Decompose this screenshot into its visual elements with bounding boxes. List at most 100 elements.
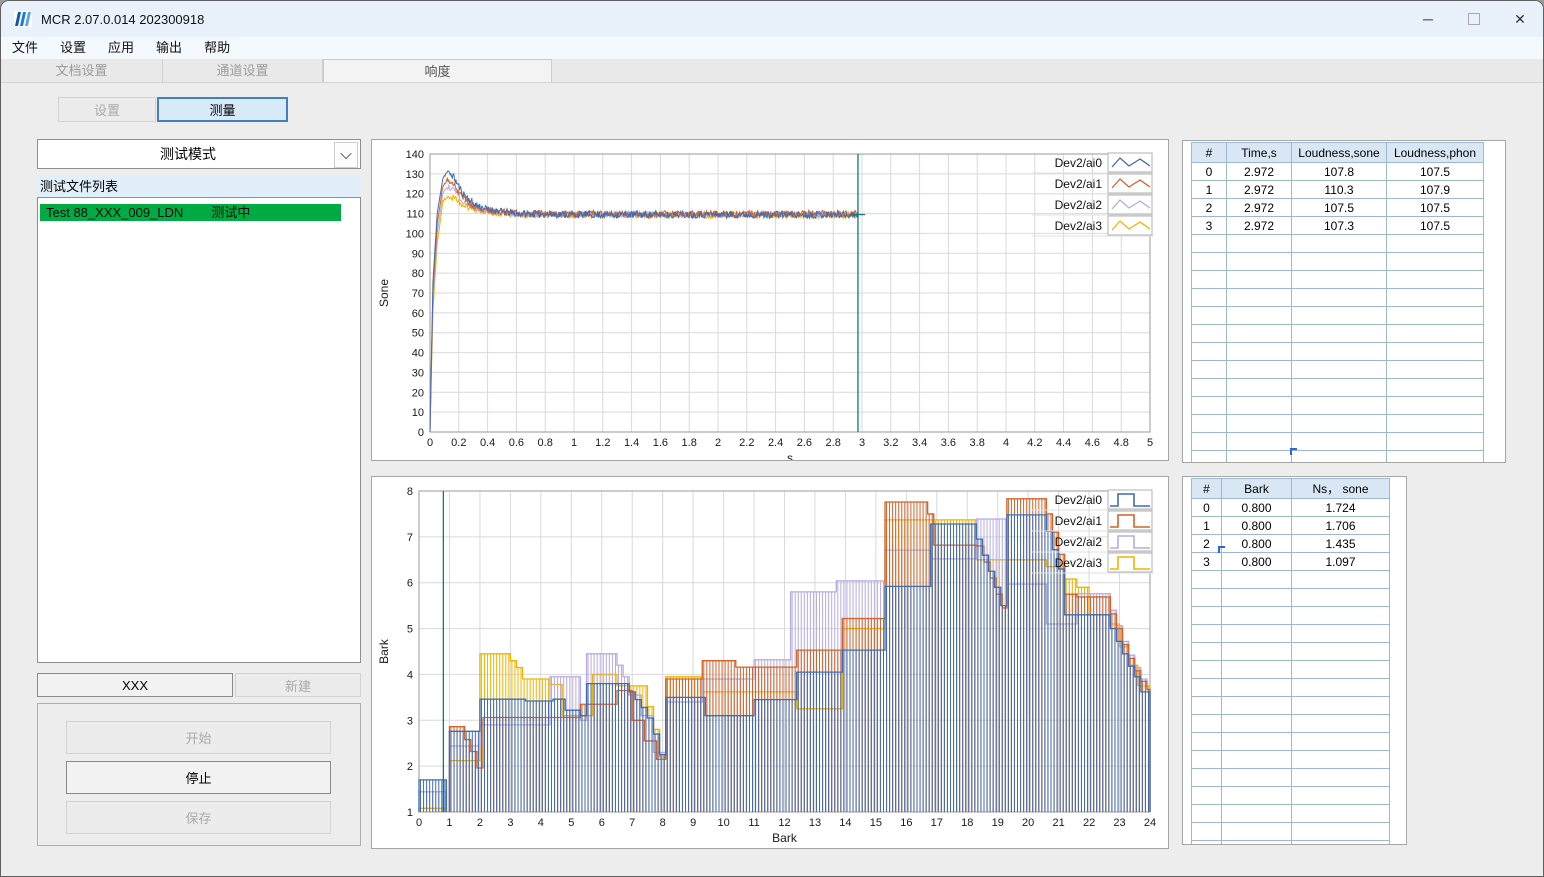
table-cell[interactable] <box>1386 288 1484 307</box>
table-cell[interactable] <box>1221 804 1292 823</box>
table-cell[interactable] <box>1221 714 1292 733</box>
table-cell[interactable]: 1 <box>1191 180 1227 199</box>
table-cell[interactable] <box>1386 342 1484 361</box>
table-cell[interactable] <box>1191 360 1227 379</box>
table-cell[interactable] <box>1291 270 1387 289</box>
table-cell[interactable] <box>1291 588 1390 607</box>
table-cell[interactable] <box>1191 324 1227 343</box>
table-row[interactable] <box>1191 714 1390 733</box>
table-cell[interactable] <box>1291 252 1387 271</box>
table-cell[interactable]: 0 <box>1191 162 1227 181</box>
table-cell[interactable] <box>1291 732 1390 751</box>
table-cell[interactable] <box>1386 252 1484 271</box>
table-row[interactable]: 0 2.972 107.8 107.5 <box>1191 162 1484 181</box>
table-cell[interactable]: 110.3 <box>1291 180 1387 199</box>
table-cell[interactable] <box>1191 570 1222 589</box>
table-cell[interactable] <box>1386 414 1484 433</box>
table-row[interactable] <box>1191 624 1390 643</box>
table-cell[interactable] <box>1221 588 1292 607</box>
table-cell[interactable] <box>1291 378 1387 397</box>
table-cell[interactable] <box>1191 768 1222 787</box>
table-cell[interactable] <box>1191 642 1222 661</box>
table-cell[interactable] <box>1291 570 1390 589</box>
table-cell[interactable] <box>1291 642 1390 661</box>
table-cell[interactable] <box>1291 414 1387 433</box>
table-cell[interactable] <box>1291 660 1390 679</box>
tab-loudness[interactable]: 响度 <box>323 59 552 82</box>
table-cell[interactable] <box>1291 450 1387 462</box>
table-cell[interactable]: 1.435 <box>1291 534 1390 553</box>
table-cell[interactable] <box>1191 696 1222 715</box>
table-cell[interactable] <box>1191 342 1227 361</box>
table-row[interactable] <box>1191 678 1390 697</box>
table-cell[interactable] <box>1291 768 1390 787</box>
table-cell[interactable] <box>1291 288 1387 307</box>
table-cell[interactable] <box>1191 732 1222 751</box>
table-cell[interactable] <box>1191 822 1222 841</box>
table-cell[interactable]: 2 <box>1191 198 1227 217</box>
table-cell[interactable] <box>1226 342 1292 361</box>
combo-arrow-button[interactable] <box>334 142 358 168</box>
table-cell[interactable]: 3 <box>1191 216 1227 235</box>
table-cell[interactable] <box>1191 678 1222 697</box>
table-cell[interactable] <box>1191 432 1227 451</box>
table-row[interactable] <box>1191 732 1390 751</box>
table-cell[interactable] <box>1291 432 1387 451</box>
table-cell[interactable]: 2.972 <box>1226 162 1292 181</box>
subtab-measure-button[interactable]: 测量 <box>157 97 288 122</box>
table-row[interactable] <box>1191 696 1390 715</box>
table-cell[interactable] <box>1291 678 1390 697</box>
table-cell[interactable] <box>1291 606 1390 625</box>
table-cell[interactable] <box>1386 450 1484 462</box>
table-cell[interactable] <box>1191 624 1222 643</box>
table-cell[interactable] <box>1386 270 1484 289</box>
table-row[interactable] <box>1191 660 1390 679</box>
table-cell[interactable]: 0 <box>1191 498 1222 517</box>
table-cell[interactable]: 107.9 <box>1386 180 1484 199</box>
table-cell[interactable] <box>1291 714 1390 733</box>
table-row[interactable] <box>1191 306 1484 325</box>
table-cell[interactable] <box>1226 360 1292 379</box>
table-cell[interactable] <box>1386 234 1484 253</box>
table-cell[interactable] <box>1221 642 1292 661</box>
table-cell[interactable] <box>1221 768 1292 787</box>
table-cell[interactable]: 1 <box>1191 516 1222 535</box>
close-button[interactable]: ✕ <box>1497 1 1543 37</box>
start-button[interactable]: 开始 <box>66 721 331 754</box>
table-cell[interactable] <box>1226 252 1292 271</box>
table-cell[interactable] <box>1226 396 1292 415</box>
table-cell[interactable] <box>1226 414 1292 433</box>
table-row[interactable] <box>1191 252 1484 271</box>
table-cell[interactable] <box>1191 714 1222 733</box>
table-cell[interactable] <box>1191 606 1222 625</box>
menu-item-help[interactable]: 帮助 <box>193 37 241 59</box>
table-cell[interactable]: 0.800 <box>1221 534 1292 553</box>
table-cell[interactable] <box>1191 840 1222 844</box>
table-row[interactable]: 0 0.800 1.724 <box>1191 498 1390 517</box>
table-row[interactable] <box>1191 270 1484 289</box>
table-row[interactable]: 2 2.972 107.5 107.5 <box>1191 198 1484 217</box>
table-row[interactable]: 3 2.972 107.3 107.5 <box>1191 216 1484 235</box>
new-button[interactable]: 新建 <box>235 673 361 697</box>
table-cell[interactable]: 1.724 <box>1291 498 1390 517</box>
table-cell[interactable] <box>1226 288 1292 307</box>
table-cell[interactable] <box>1386 360 1484 379</box>
test-mode-select[interactable]: 测试模式 <box>37 139 361 169</box>
table-cell[interactable] <box>1221 678 1292 697</box>
table-row[interactable] <box>1191 768 1390 787</box>
table-cell[interactable] <box>1221 750 1292 769</box>
table-row[interactable] <box>1191 570 1390 589</box>
table-cell[interactable] <box>1191 750 1222 769</box>
table-cell[interactable] <box>1191 288 1227 307</box>
table-cell[interactable] <box>1191 804 1222 823</box>
table-cell[interactable]: 0.800 <box>1221 516 1292 535</box>
table-cell[interactable] <box>1191 786 1222 805</box>
table-cell[interactable]: 1.706 <box>1291 516 1390 535</box>
table-cell[interactable] <box>1226 324 1292 343</box>
table-row[interactable] <box>1191 432 1484 451</box>
tab-doc-settings[interactable]: 文档设置 <box>1 59 163 82</box>
table-cell[interactable]: 2.972 <box>1226 216 1292 235</box>
table-row[interactable] <box>1191 378 1484 397</box>
table-row[interactable] <box>1191 234 1484 253</box>
table-row[interactable] <box>1191 606 1390 625</box>
